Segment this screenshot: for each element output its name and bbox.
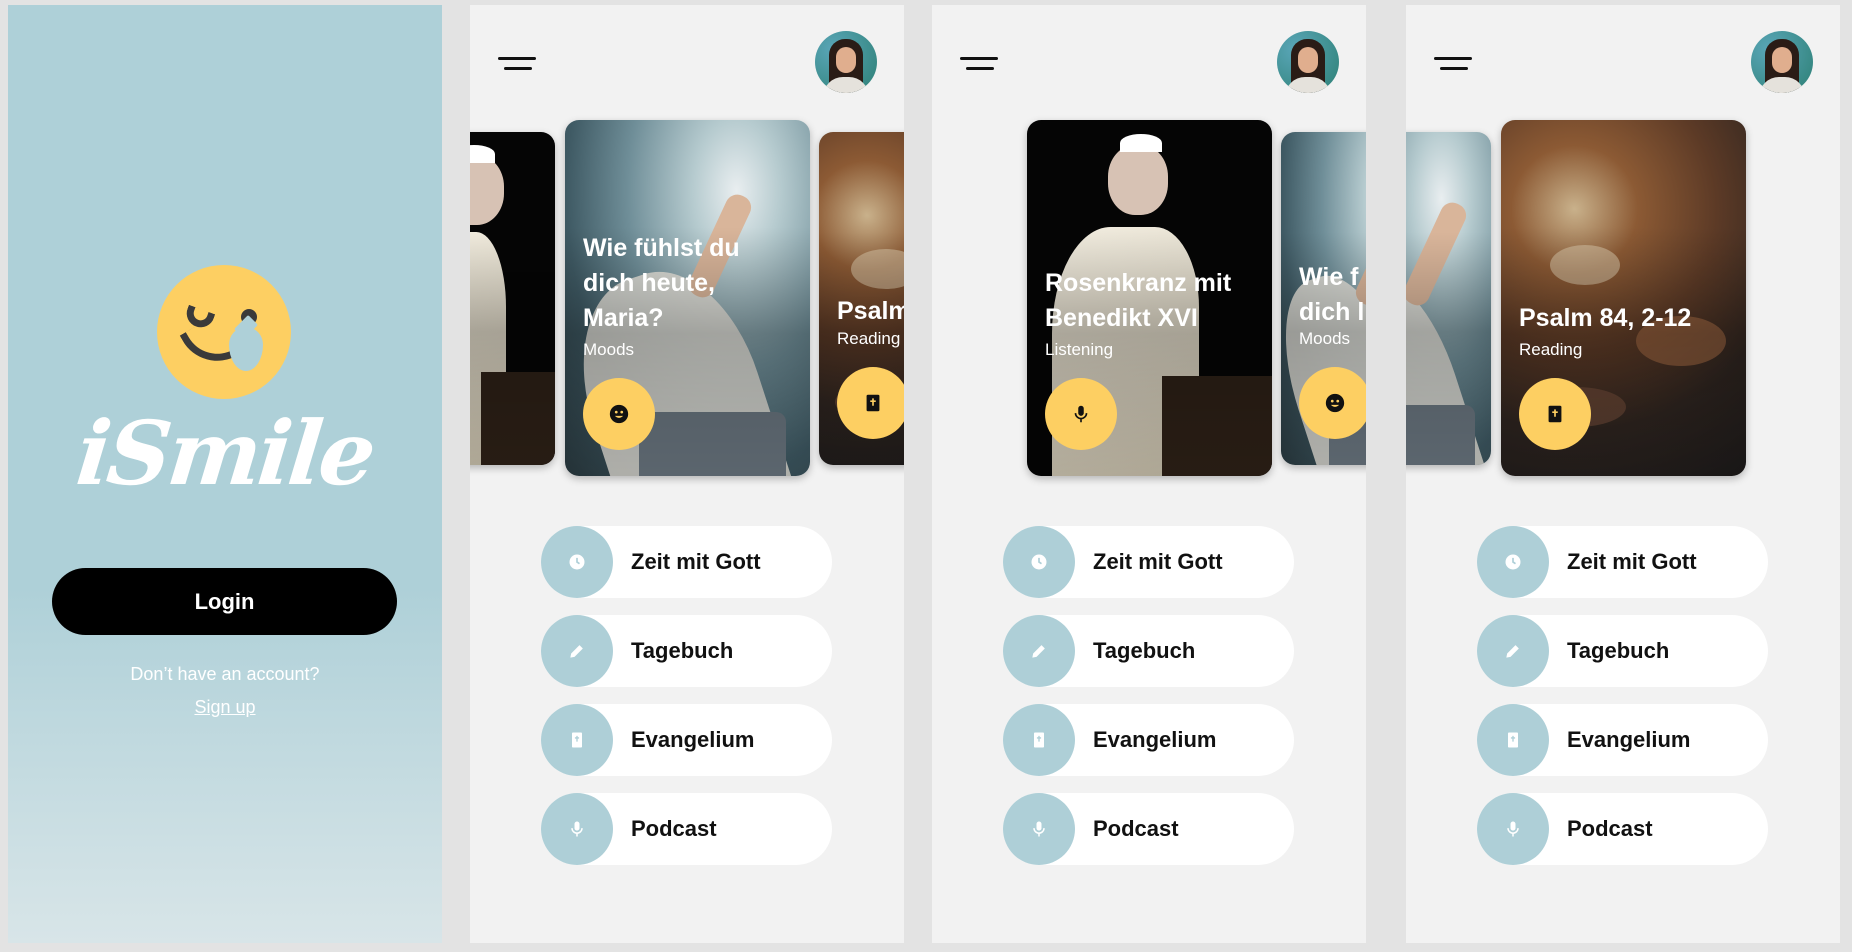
clock-icon (569, 554, 585, 570)
pencil-icon (1506, 645, 1519, 658)
menu-item-label: Podcast (1567, 816, 1653, 841)
listening-action-button[interactable] (1045, 378, 1117, 450)
smiley-icon (609, 404, 629, 424)
menu-item-label: Podcast (631, 816, 717, 841)
card-moods-peek[interactable] (1406, 132, 1491, 465)
avatar[interactable] (815, 31, 877, 93)
menu-item-podcast[interactable]: Podcast (1003, 793, 1294, 865)
microphone-icon (1033, 821, 1045, 837)
card-title-part: dich l (1299, 298, 1365, 326)
menu-item-label: Tagebuch (1567, 638, 1670, 663)
no-account-text: Don’t have an account? (130, 664, 320, 684)
card-subtitle: Reading (1519, 340, 1583, 359)
pencil-icon (1032, 645, 1045, 658)
menu-item-zeit-mit-gott[interactable]: Zeit mit Gott (541, 526, 832, 598)
microphone-icon (571, 821, 583, 837)
login-screen: iSmile Login Don’t have an account? Sign… (8, 5, 442, 943)
card-reading-peek[interactable]: Psalm Reading (819, 132, 904, 465)
bible-icon (1034, 732, 1044, 748)
menu-item-zeit-mit-gott[interactable]: Zeit mit Gott (1477, 526, 1768, 598)
avatar[interactable] (1277, 31, 1339, 93)
card-subtitle: Listening (1045, 340, 1114, 359)
bible-icon (1508, 732, 1518, 748)
card-title: Psalm 84, 2-12 (1519, 304, 1692, 332)
card-moods-peek[interactable]: Wie fdu dich l? Moods (1281, 132, 1366, 465)
card-listening-peek[interactable]: rz (470, 132, 555, 465)
menu-item-podcast[interactable]: Podcast (541, 793, 832, 865)
login-button[interactable]: Login (52, 568, 397, 635)
menu-item-evangelium[interactable]: Evangelium (1477, 704, 1768, 776)
avatar[interactable] (1751, 31, 1813, 93)
pencil-icon (570, 645, 583, 658)
hamburger-menu-icon[interactable] (1434, 55, 1474, 75)
card-title-line3: Maria? (583, 304, 664, 332)
menu-item-tagebuch[interactable]: Tagebuch (1477, 615, 1768, 687)
microphone-icon (1074, 405, 1088, 423)
menu-item-label: Tagebuch (1093, 638, 1196, 663)
smile-logo-icon (157, 265, 291, 399)
menu-item-label: Zeit mit Gott (1093, 549, 1223, 574)
menu-item-label: Evangelium (631, 727, 755, 752)
card-subtitle: Moods (583, 340, 635, 359)
menu-item-zeit-mit-gott[interactable]: Zeit mit Gott (1003, 526, 1294, 598)
reading-action-button[interactable] (1519, 378, 1591, 450)
smiley-icon (1325, 393, 1345, 413)
menu-item-tagebuch[interactable]: Tagebuch (1003, 615, 1294, 687)
bible-icon (866, 394, 880, 412)
card-title-line2: dich l? (1299, 295, 1366, 330)
clock-icon (1031, 554, 1047, 570)
home-screen-moods: rz Wie fühlst du dich heute, Maria? Mood… (470, 5, 904, 943)
menu-item-label: Evangelium (1093, 727, 1217, 752)
bible-icon (1548, 405, 1562, 423)
clock-icon (1505, 554, 1521, 570)
card-title-line1: Wie fühlst du (583, 234, 740, 262)
card-reading[interactable]: Psalm 84, 2-12 Reading (1501, 120, 1746, 476)
card-title-line1: Wie fdu (1299, 260, 1366, 295)
card-title-part: Wie f (1299, 263, 1359, 291)
menu-item-label: Tagebuch (631, 638, 734, 663)
card-title: Psalm (837, 297, 904, 325)
menu-item-label: Zeit mit Gott (631, 549, 761, 574)
brand-logo: iSmile (72, 401, 378, 505)
home-screen-reading: Psalm 84, 2-12 Reading Zeit mit Gott Tag… (1406, 5, 1840, 943)
menu-item-tagebuch[interactable]: Tagebuch (541, 615, 832, 687)
card-title-line2: Benedikt XVI (1045, 304, 1198, 332)
reading-action-button[interactable] (837, 367, 904, 439)
menu-list: Zeit mit Gott Tagebuch Evangelium Podcas… (1003, 526, 1294, 882)
menu-item-podcast[interactable]: Podcast (1477, 793, 1768, 865)
menu-item-label: Podcast (1093, 816, 1179, 841)
hamburger-menu-icon[interactable] (498, 55, 538, 75)
menu-item-evangelium[interactable]: Evangelium (541, 704, 832, 776)
hamburger-menu-icon[interactable] (960, 55, 1000, 75)
signup-link[interactable]: Sign up (8, 697, 442, 718)
card-subtitle: Reading (837, 329, 901, 348)
card-title-line2: dich heute, (583, 269, 715, 297)
microphone-icon (1507, 821, 1519, 837)
moods-action-button[interactable] (583, 378, 655, 450)
menu-item-label: Evangelium (1567, 727, 1691, 752)
home-screen-listening: Rosenkranz mit Benedikt XVI Listening Wi… (932, 5, 1366, 943)
card-subtitle: Moods (1299, 329, 1351, 348)
menu-list: Zeit mit Gott Tagebuch Evangelium Podcas… (1477, 526, 1768, 882)
card-title-line1: Rosenkranz mit (1045, 269, 1232, 297)
menu-list: Zeit mit Gott Tagebuch Evangelium Podcas… (541, 526, 832, 882)
bible-icon (572, 732, 582, 748)
card-moods[interactable]: Wie fühlst du dich heute, Maria? Moods (565, 120, 810, 476)
menu-item-evangelium[interactable]: Evangelium (1003, 704, 1294, 776)
moods-action-button[interactable] (1299, 367, 1366, 439)
card-listening[interactable]: Rosenkranz mit Benedikt XVI Listening (1027, 120, 1272, 476)
menu-item-label: Zeit mit Gott (1567, 549, 1697, 574)
